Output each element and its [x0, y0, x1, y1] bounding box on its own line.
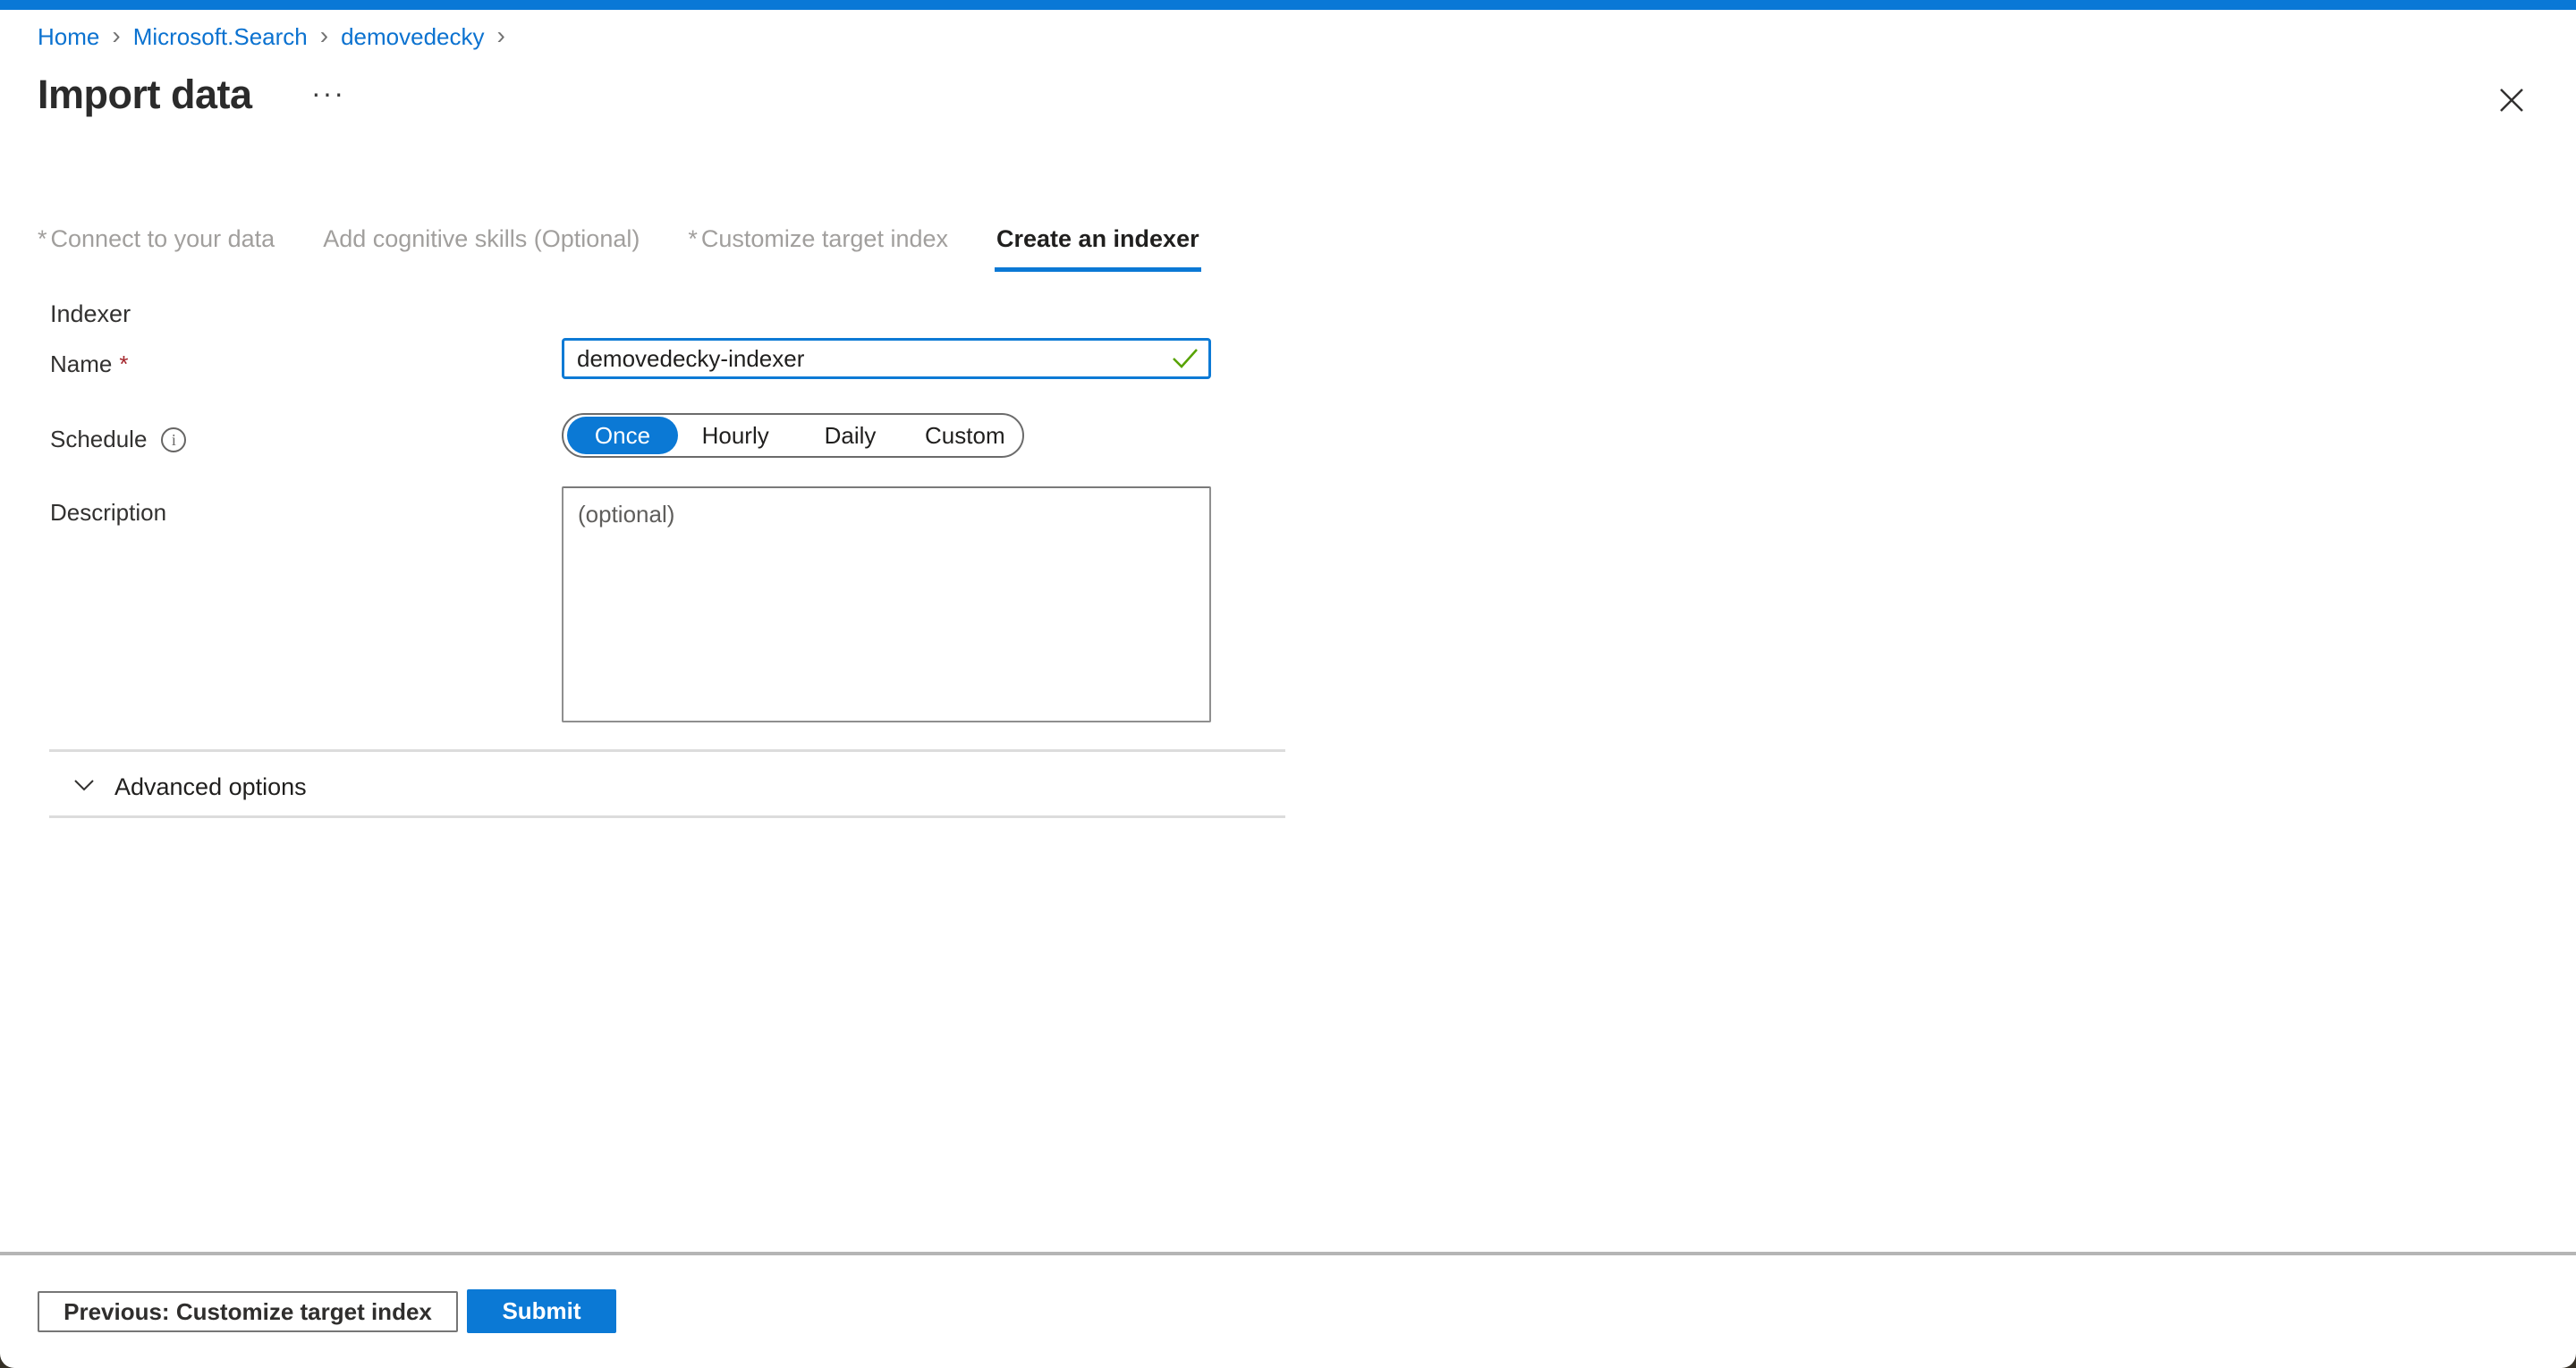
breadcrumb-separator-icon: › — [497, 24, 505, 47]
divider — [49, 815, 1285, 818]
tab-label: Customize target index — [701, 225, 948, 252]
footer-divider — [0, 1252, 2576, 1255]
tab-create-an-indexer[interactable]: Create an indexer — [995, 225, 1201, 272]
info-icon[interactable]: i — [161, 427, 186, 452]
breadcrumb-separator-icon: › — [320, 24, 328, 47]
advanced-options-label: Advanced options — [114, 773, 307, 801]
schedule-option-custom[interactable]: Custom — [908, 422, 1022, 450]
tab-connect-to-your-data[interactable]: *Connect to your data — [36, 225, 276, 272]
breadcrumb-link-demovedecky[interactable]: demovedecky — [341, 23, 484, 51]
tab-required-marker: * — [38, 225, 47, 252]
page-title: Import data — [38, 72, 252, 118]
advanced-options-toggle[interactable]: Advanced options — [72, 773, 307, 802]
tab-label: Create an indexer — [996, 225, 1199, 252]
indexer-name-input[interactable] — [562, 338, 1211, 379]
breadcrumb-separator-icon: › — [112, 24, 120, 47]
breadcrumb: Home › Microsoft.Search › demovedecky › — [38, 23, 505, 51]
indexer-section-heading: Indexer — [50, 300, 131, 328]
schedule-option-daily[interactable]: Daily — [792, 422, 907, 450]
schedule-field-label: Schedule i — [50, 426, 186, 453]
required-asterisk: * — [119, 350, 128, 378]
tab-customize-target-index[interactable]: *Customize target index — [686, 225, 950, 272]
schedule-segmented-control: Once Hourly Daily Custom — [562, 413, 1024, 458]
close-button[interactable] — [2496, 84, 2528, 116]
description-label-text: Description — [50, 499, 166, 527]
import-data-panel: Home › Microsoft.Search › demovedecky › … — [0, 0, 2576, 1368]
previous-step-button[interactable]: Previous: Customize target index — [38, 1291, 458, 1332]
breadcrumb-link-home[interactable]: Home — [38, 23, 99, 51]
schedule-label-text: Schedule — [50, 426, 147, 453]
tab-add-cognitive-skills[interactable]: Add cognitive skills (Optional) — [321, 225, 641, 272]
chevron-down-icon — [72, 773, 97, 802]
tab-label: Connect to your data — [51, 225, 275, 252]
tab-required-marker: * — [688, 225, 698, 252]
name-field-wrapper — [562, 338, 1211, 379]
accent-top-bar — [0, 0, 2576, 10]
tab-label: Add cognitive skills (Optional) — [323, 225, 640, 252]
valid-checkmark-icon — [1172, 348, 1199, 374]
description-textarea[interactable] — [562, 486, 1211, 722]
submit-button[interactable]: Submit — [467, 1289, 616, 1333]
name-field-label: Name * — [50, 350, 128, 378]
schedule-option-hourly[interactable]: Hourly — [678, 422, 792, 450]
wizard-tabs: *Connect to your data Add cognitive skil… — [36, 225, 1201, 272]
more-commands-button[interactable]: ··· — [311, 77, 345, 110]
name-label-text: Name — [50, 350, 112, 378]
description-field-label: Description — [50, 499, 166, 527]
schedule-option-once[interactable]: Once — [567, 417, 678, 454]
close-icon — [2496, 105, 2528, 120]
breadcrumb-link-microsoft-search[interactable]: Microsoft.Search — [133, 23, 308, 51]
divider — [49, 749, 1285, 752]
